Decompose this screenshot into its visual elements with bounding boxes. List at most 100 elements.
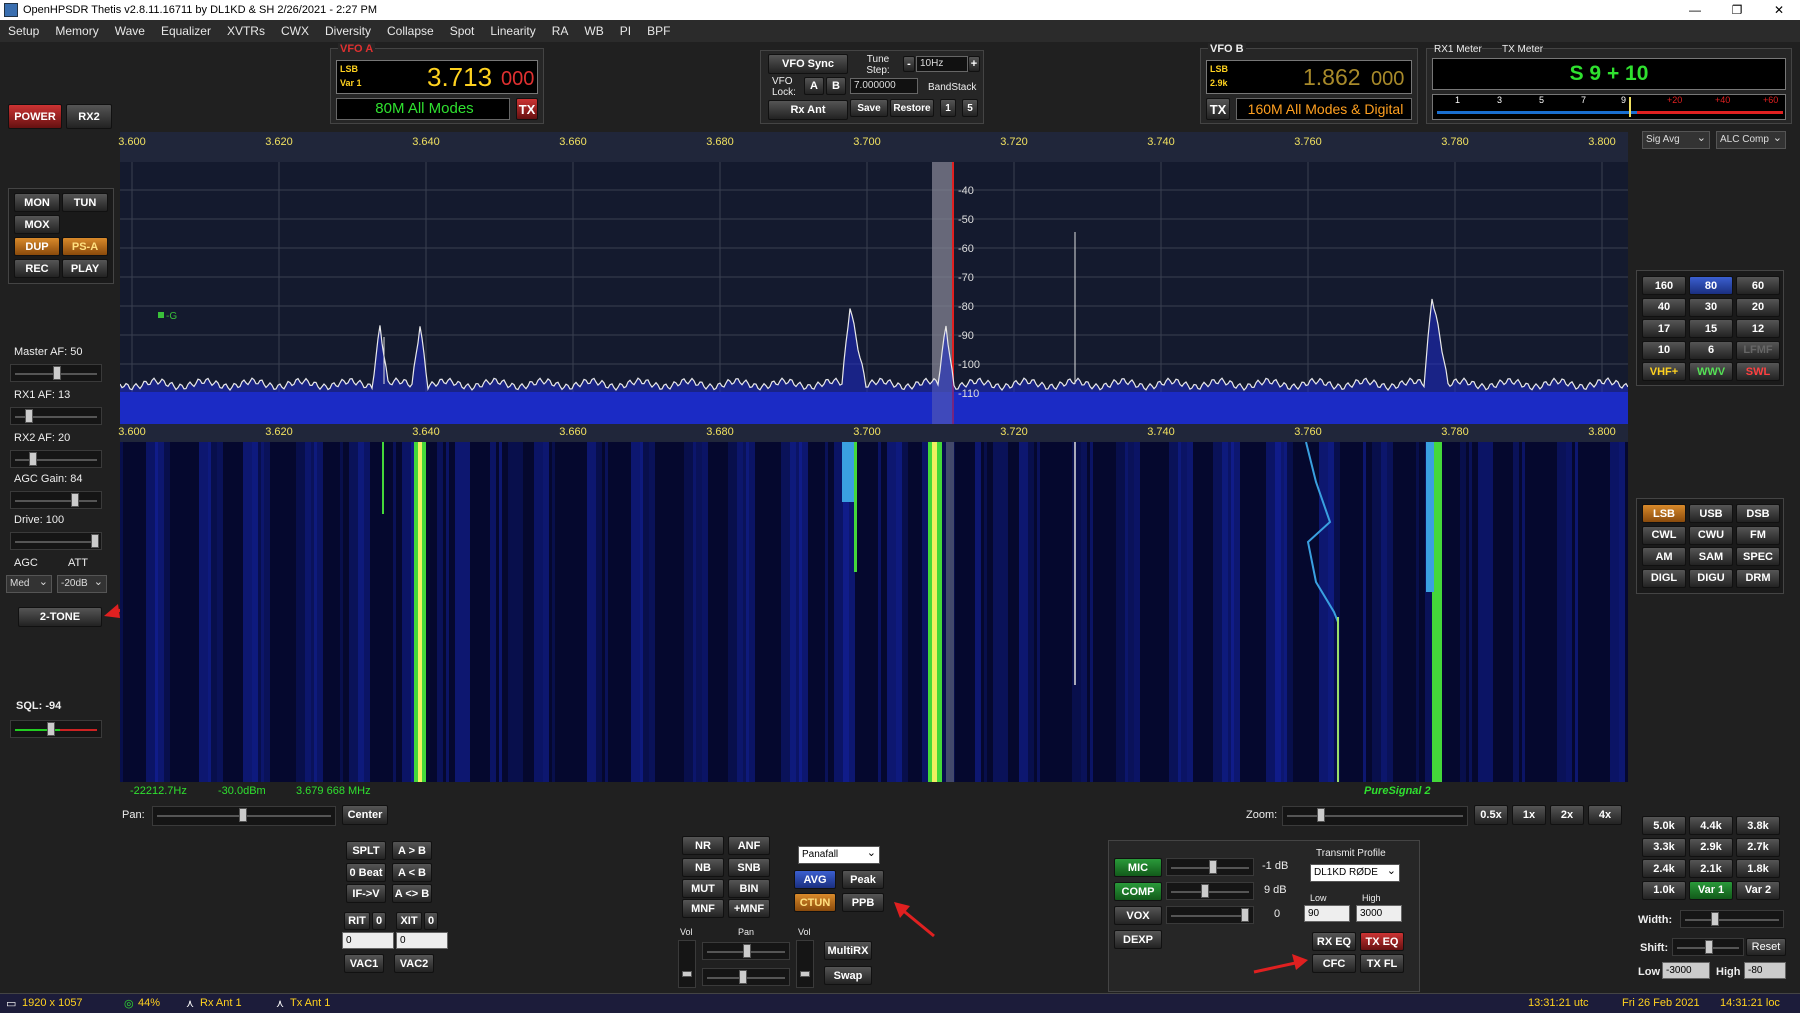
mode-button-digu[interactable]: DIGU <box>1689 568 1733 588</box>
band-button-40[interactable]: 40 <box>1642 297 1686 317</box>
swap-ab-button[interactable]: A <> B <box>392 884 432 903</box>
vfo-lock-b[interactable]: B <box>826 77 846 95</box>
tx-fl-button[interactable]: TX FL <box>1360 954 1404 973</box>
filter-button-50k[interactable]: 5.0k <box>1642 816 1686 835</box>
band-button-12[interactable]: 12 <box>1736 319 1780 339</box>
menu-item-spot[interactable]: Spot <box>450 24 475 38</box>
tun-button[interactable]: TUN <box>62 193 108 212</box>
filter-button-27k[interactable]: 2.7k <box>1736 837 1780 857</box>
band-button-80[interactable]: 80 <box>1689 276 1733 295</box>
dexp-button[interactable]: DEXP <box>1114 930 1162 949</box>
mon-button[interactable]: MON <box>14 193 60 212</box>
mic-gain-slider[interactable] <box>1166 858 1254 876</box>
rx1-pan-slider[interactable] <box>702 942 790 960</box>
mode-button-drm[interactable]: DRM <box>1736 568 1780 588</box>
tx-eq-button[interactable]: TX EQ <box>1360 932 1404 951</box>
rx1-af-slider[interactable] <box>10 407 102 425</box>
filter-button-18k[interactable]: 1.8k <box>1736 859 1780 879</box>
filter-button-44k[interactable]: 4.4k <box>1689 816 1733 835</box>
vfob-display[interactable]: LSB 2.9k 1.862 000 <box>1206 60 1412 94</box>
menu-item-setup[interactable]: Setup <box>8 24 39 38</box>
bandstack-5[interactable]: 5 <box>962 99 978 117</box>
mode-button-digl[interactable]: DIGL <box>1642 568 1686 588</box>
vfo-sync-button[interactable]: VFO Sync <box>768 54 848 74</box>
tx-filter-low-input[interactable]: 90 <box>1304 905 1350 922</box>
close-button[interactable]: ✕ <box>1758 0 1800 20</box>
avg-button[interactable]: AVG <box>794 870 836 889</box>
power-button[interactable]: POWER <box>8 104 62 129</box>
nr-button[interactable]: NR <box>682 836 724 855</box>
vfob-tx-button[interactable]: TX <box>1206 98 1230 120</box>
two-tone-button[interactable]: 2-TONE <box>18 607 102 627</box>
mode-button-cwu[interactable]: CWU <box>1689 525 1733 545</box>
menu-item-memory[interactable]: Memory <box>55 24 98 38</box>
menu-item-pi[interactable]: PI <box>620 24 631 38</box>
psa-button[interactable]: PS-A <box>62 237 108 256</box>
filter-button-24k[interactable]: 2.4k <box>1642 859 1686 879</box>
menu-item-cwx[interactable]: CWX <box>281 24 309 38</box>
menu-item-bpf[interactable]: BPF <box>647 24 670 38</box>
band-button-6[interactable]: 6 <box>1689 340 1733 360</box>
master-af-slider[interactable] <box>10 364 102 382</box>
band-button-15[interactable]: 15 <box>1689 319 1733 339</box>
rx2-af-slider[interactable] <box>10 450 102 468</box>
tune-step-minus[interactable]: - <box>903 56 915 72</box>
zoom-2x-button[interactable]: 2x <box>1550 805 1584 825</box>
rx2-vol-slider[interactable] <box>796 940 814 988</box>
restore-vfo-button[interactable]: Restore <box>890 99 934 117</box>
band-button-30[interactable]: 30 <box>1689 297 1733 317</box>
nb-button[interactable]: NB <box>682 858 724 877</box>
display-mode-select[interactable]: Panafall <box>798 845 880 864</box>
filter-button-33k[interactable]: 3.3k <box>1642 837 1686 857</box>
vac2-button[interactable]: VAC2 <box>394 954 434 973</box>
rx-ant-button[interactable]: Rx Ant <box>768 100 848 120</box>
mode-button-fm[interactable]: FM <box>1736 525 1780 545</box>
dup-button[interactable]: DUP <box>14 237 60 256</box>
center-button[interactable]: Center <box>342 805 388 825</box>
ctun-button[interactable]: CTUN <box>794 893 836 912</box>
filter-button-10k[interactable]: 1.0k <box>1642 880 1686 900</box>
restore-button[interactable]: ❐ <box>1716 0 1758 20</box>
plus-mnf-button[interactable]: +MNF <box>728 899 770 918</box>
band-button-swl[interactable]: SWL <box>1736 362 1780 382</box>
mic-button[interactable]: MIC <box>1114 858 1162 877</box>
panadapter[interactable]: -G -40 -50 -60 -70 -80 -90 -100 -110 <box>120 162 1628 424</box>
xit-input[interactable]: 0 <box>396 932 448 949</box>
tx-antenna-status[interactable]: Tx Ant 1 <box>290 997 330 1009</box>
rx-antenna-status[interactable]: Rx Ant 1 <box>200 997 242 1009</box>
rx1-vol-slider[interactable] <box>678 940 696 988</box>
ppb-button[interactable]: PPB <box>842 893 884 912</box>
filter-button-38k[interactable]: 3.8k <box>1736 816 1780 835</box>
menu-item-xvtrs[interactable]: XVTRs <box>227 24 265 38</box>
vox-button[interactable]: VOX <box>1114 906 1162 925</box>
zoom-1x-button[interactable]: 1x <box>1512 805 1546 825</box>
mode-button-lsb[interactable]: LSB <box>1642 504 1686 523</box>
alc-comp-select[interactable]: ALC Comp <box>1716 130 1786 149</box>
peak-button[interactable]: Peak <box>842 870 884 889</box>
comp-button[interactable]: COMP <box>1114 882 1162 901</box>
band-button-17[interactable]: 17 <box>1642 319 1686 339</box>
bin-button[interactable]: BIN <box>728 879 770 898</box>
mox-button[interactable]: MOX <box>14 215 60 234</box>
lock-frequency-field[interactable]: 7.000000 <box>850 78 918 94</box>
filter-button-var2[interactable]: Var 2 <box>1736 880 1780 900</box>
menu-item-wb[interactable]: WB <box>584 24 603 38</box>
width-slider[interactable] <box>1680 910 1784 928</box>
vox-slider[interactable] <box>1166 906 1254 924</box>
vfo-lock-a[interactable]: A <box>804 77 824 95</box>
rx2-button[interactable]: RX2 <box>66 104 112 129</box>
mode-button-sam[interactable]: SAM <box>1689 547 1733 567</box>
vac1-button[interactable]: VAC1 <box>344 954 384 973</box>
vfoa-display[interactable]: LSB Var 1 3.713 000 <box>336 60 538 94</box>
sig-avg-select[interactable]: Sig Avg <box>1642 130 1710 149</box>
menu-item-ra[interactable]: RA <box>552 24 569 38</box>
play-button[interactable]: PLAY <box>62 259 108 278</box>
split-button[interactable]: SPLT <box>346 841 386 860</box>
zoom-slider[interactable] <box>1282 806 1468 826</box>
menu-item-collapse[interactable]: Collapse <box>387 24 434 38</box>
filter-button-var1[interactable]: Var 1 <box>1689 880 1733 900</box>
rec-button[interactable]: REC <box>14 259 60 278</box>
snb-button[interactable]: SNB <box>728 858 770 877</box>
agc-gain-slider[interactable] <box>10 491 102 509</box>
band-button-10[interactable]: 10 <box>1642 340 1686 360</box>
